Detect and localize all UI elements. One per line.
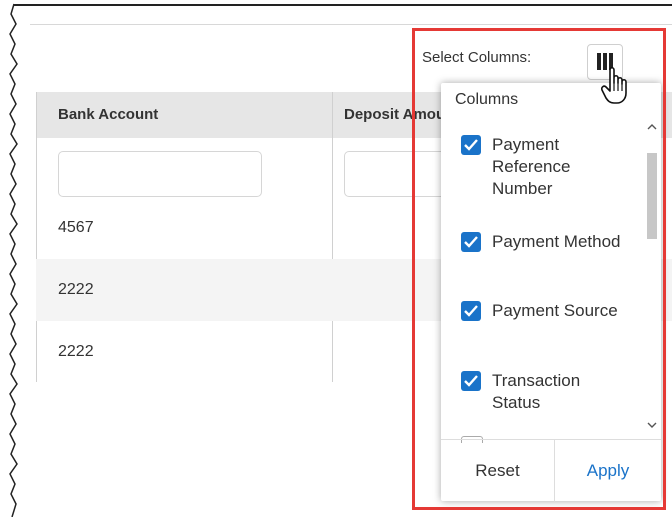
cell-bank-account: 4567 <box>58 219 94 236</box>
highlight-annotation-box <box>412 28 666 510</box>
header-bank-account[interactable]: Bank Account <box>58 92 158 138</box>
panel-top-divider <box>30 24 672 25</box>
cell-bank-account: 2222 <box>58 343 94 360</box>
frame-top-border <box>14 4 672 6</box>
bank-account-filter-input[interactable] <box>58 151 262 197</box>
cell-bank-account: 2222 <box>58 281 94 298</box>
screenshot-frame: Select Columns: Bank Account Deposit Amo… <box>0 0 672 517</box>
torn-edge <box>9 3 18 517</box>
